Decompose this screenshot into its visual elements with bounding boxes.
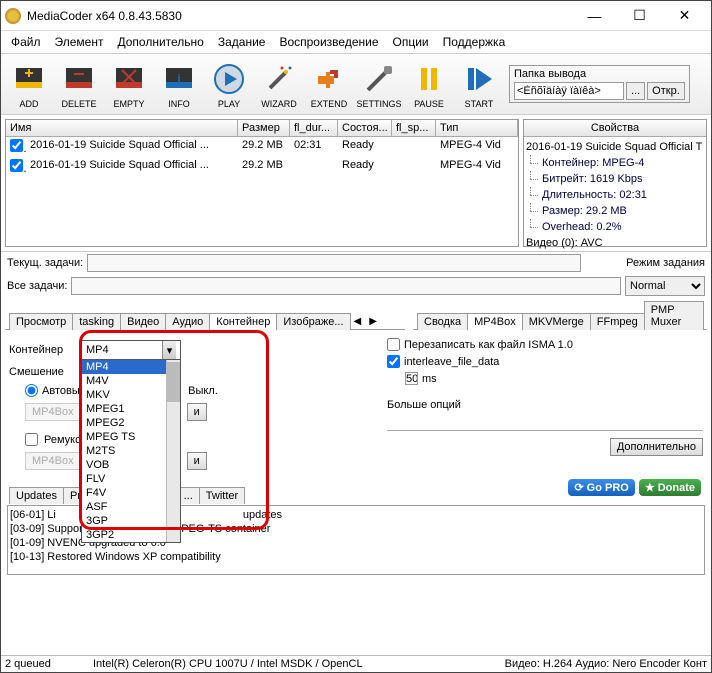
toolbar: ADD DELETE EMPTY iINFO PLAY WIZARD EXTEN…	[1, 53, 711, 115]
status-bar: 2 queued Intel(R) Celeron(R) CPU 1007U /…	[1, 655, 711, 672]
tab-video[interactable]: Видео	[120, 313, 166, 330]
col-size[interactable]: Размер	[238, 120, 290, 136]
menu-support[interactable]: Поддержка	[437, 33, 512, 51]
empty-button[interactable]: EMPTY	[105, 56, 153, 112]
tab-mp4box[interactable]: MP4Box	[467, 313, 523, 330]
prop-item: Размер: 29.2 MB	[526, 203, 704, 219]
app-icon	[5, 8, 21, 24]
properties-panel: Свойства 2016-01-19 Suicide Squad Offici…	[523, 119, 707, 247]
donate-badge[interactable]: ★ Donate	[639, 479, 701, 496]
status-encoders: Видео: H.264 Аудио: Nero Encoder Конт	[505, 658, 707, 670]
more-options-field[interactable]	[387, 413, 703, 431]
menu-element[interactable]: Элемент	[49, 33, 110, 51]
tab-image[interactable]: Изображе...	[276, 313, 350, 330]
isma-checkbox[interactable]	[387, 338, 400, 351]
all-tasks-label: Все задачи:	[7, 280, 67, 292]
tabs-left-nav[interactable]: ◀	[350, 314, 366, 329]
more-options-label: Больше опций	[387, 399, 703, 411]
interleave-checkbox[interactable]	[387, 355, 400, 368]
properties-header: Свойства	[524, 120, 706, 137]
menu-playback[interactable]: Воспроизведение	[273, 33, 384, 51]
mode-label: Режим задания	[626, 257, 705, 269]
prop-item: Контейнер: MPEG-4	[526, 155, 704, 171]
dropdown-scrollbar[interactable]	[166, 360, 180, 542]
start-button[interactable]: START	[455, 56, 503, 112]
table-row[interactable]: 2016-01-19 Suicide Squad Official ... 29…	[6, 137, 518, 157]
tab-ffmpeg[interactable]: FFmpeg	[590, 313, 645, 330]
output-folder-input[interactable]	[514, 82, 624, 100]
interleave-ms-input[interactable]	[405, 372, 418, 385]
tab-mkvmerge[interactable]: MKVMerge	[522, 313, 591, 330]
extend-button[interactable]: EXTEND	[305, 56, 353, 112]
menu-task[interactable]: Задание	[212, 33, 272, 51]
prop-item: Битрейт: 1619 Kbps	[526, 171, 704, 187]
off-label: Выкл.	[188, 385, 218, 397]
status-queue: 2 queued	[5, 658, 85, 670]
auto-radio[interactable]	[25, 384, 38, 397]
prop-video[interactable]: Видео (0): AVC	[526, 235, 704, 251]
table-row[interactable]: 2016-01-19 Suicide Squad Official ... 29…	[6, 157, 518, 177]
settings-button[interactable]: SETTINGS	[355, 56, 403, 112]
window-title: MediaCoder x64 0.8.43.5830	[27, 9, 572, 23]
status-cpu: Intel(R) Celeron(R) CPU 1007U / Intel MS…	[93, 658, 497, 670]
btab-twitter[interactable]: Twitter	[199, 487, 245, 504]
pause-button[interactable]: PAUSE	[405, 56, 453, 112]
current-task-label: Текущ. задачи:	[7, 257, 83, 269]
menu-advanced[interactable]: Дополнительно	[111, 33, 209, 51]
btab-updates[interactable]: Updates	[9, 487, 64, 504]
col-state[interactable]: Состоя...	[338, 120, 392, 136]
menubar: Файл Элемент Дополнительно Задание Воспр…	[1, 31, 711, 53]
container-dropdown: MP4 M4V MKV MPEG1 MPEG2 MPEG TS M2TS VOB…	[81, 359, 181, 543]
mp4box-disabled: MP4Box	[25, 403, 81, 421]
row-checkbox[interactable]	[10, 139, 23, 152]
tabs-right-nav[interactable]: ▶	[365, 314, 381, 329]
mp4box-settings-pane: Перезаписать как файл ISMA 1.0 interleav…	[387, 334, 703, 476]
col-dur[interactable]: fl_dur...	[290, 120, 338, 136]
tab-tasking[interactable]: tasking	[72, 313, 121, 330]
delete-button[interactable]: DELETE	[55, 56, 103, 112]
mode-select[interactable]: Normal	[625, 276, 705, 296]
gopro-badge[interactable]: ⟳ Go PRO	[568, 479, 634, 496]
tab-pmpmuxer[interactable]: PMP Muxer	[644, 301, 704, 330]
container-label: Контейнер	[9, 344, 75, 356]
mix-label: Смешение	[9, 366, 75, 378]
all-tasks-field	[71, 277, 621, 295]
tab-audio[interactable]: Аудио	[165, 313, 210, 330]
output-folder-label: Папка вывода	[514, 68, 685, 80]
col-name[interactable]: Имя	[6, 120, 238, 136]
current-task-field	[87, 254, 581, 272]
tab-summary[interactable]: Сводка	[417, 313, 468, 330]
menu-options[interactable]: Опции	[387, 33, 435, 51]
output-browse-button[interactable]: ...	[626, 82, 645, 100]
remux-checkbox[interactable]	[25, 433, 38, 446]
col-sp[interactable]: fl_sp...	[392, 120, 436, 136]
row-checkbox[interactable]	[10, 159, 23, 172]
wizard-button[interactable]: WIZARD	[255, 56, 303, 112]
output-folder-box: Папка вывода ... Откр.	[509, 65, 690, 103]
i-button[interactable]: и	[187, 403, 207, 421]
i-button-2[interactable]: и	[187, 452, 207, 470]
prop-item: Overhead: 0.2%	[526, 219, 704, 235]
maximize-button[interactable]: ☐	[617, 2, 662, 30]
add-button[interactable]: ADD	[5, 56, 53, 112]
info-button[interactable]: iINFO	[155, 56, 203, 112]
tab-container[interactable]: Контейнер	[209, 313, 277, 330]
chevron-down-icon[interactable]: ▾	[162, 341, 176, 359]
minimize-button[interactable]: —	[572, 2, 617, 30]
tab-preview[interactable]: Просмотр	[9, 313, 73, 330]
play-button[interactable]: PLAY	[205, 56, 253, 112]
container-combo[interactable]: MP4 ▾ MP4 M4V MKV MPEG1 MPEG2 MPEG TS M2…	[81, 340, 181, 360]
menu-file[interactable]: Файл	[5, 33, 47, 51]
output-open-button[interactable]: Откр.	[647, 82, 685, 100]
col-type[interactable]: Тип	[436, 120, 518, 136]
container-settings-pane: Контейнер MP4 ▾ MP4 M4V MKV MPEG1 MPEG2 …	[9, 334, 379, 476]
additional-button[interactable]: Дополнительно	[610, 438, 703, 456]
mp4box2-disabled: MP4Box	[25, 452, 81, 470]
log-line: [10-13] Restored Windows XP compatibilit…	[10, 550, 702, 564]
prop-root[interactable]: 2016-01-19 Suicide Squad Official T	[526, 139, 704, 155]
close-button[interactable]: ✕	[662, 2, 707, 30]
prop-item: Длительность: 02:31	[526, 187, 704, 203]
file-list: Имя Размер fl_dur... Состоя... fl_sp... …	[5, 119, 519, 247]
